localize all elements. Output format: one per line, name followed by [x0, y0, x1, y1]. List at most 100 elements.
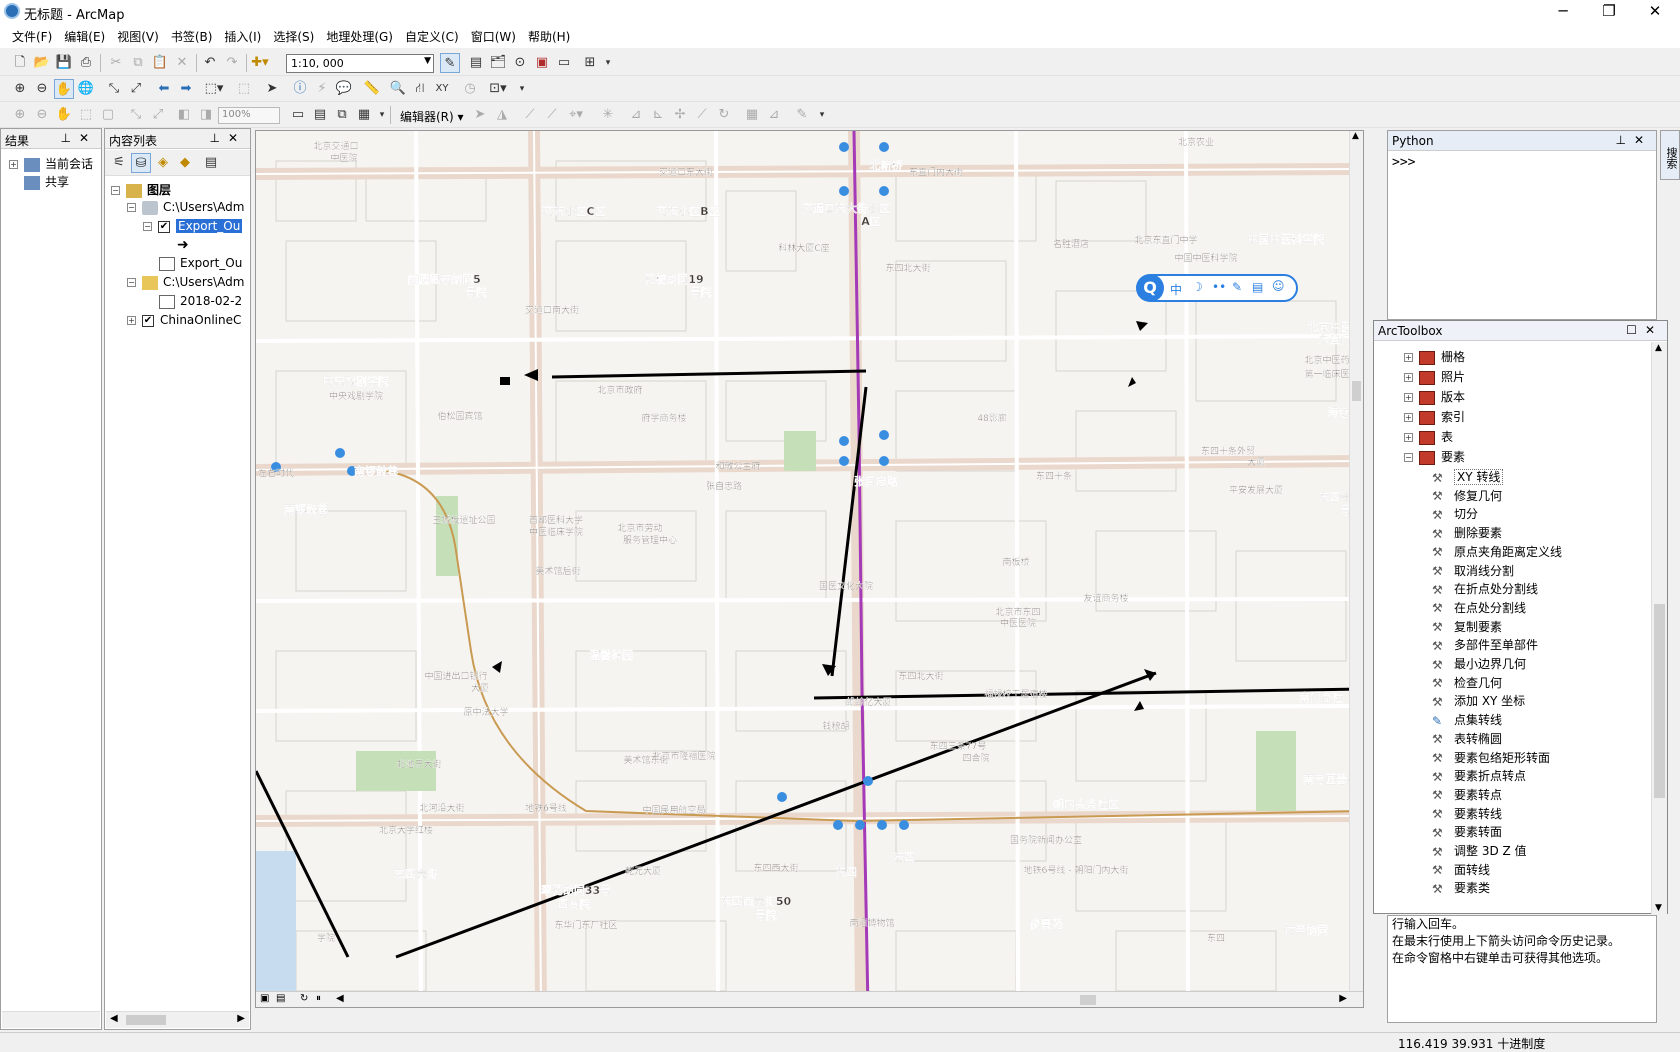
- delete-icon[interactable]: ✕: [172, 53, 192, 73]
- close-icon[interactable]: ✕: [1645, 323, 1663, 337]
- toolbox-category-features[interactable]: − 要素: [1404, 448, 1465, 465]
- ime-chinese-button[interactable]: 中: [1170, 281, 1182, 298]
- toc-basemap[interactable]: + ✔ ChinaOnlineC: [127, 313, 241, 327]
- toolbox-tool-item[interactable]: ⚒ XY 转线: [1432, 468, 1504, 485]
- smiley-icon[interactable]: ☺: [1272, 279, 1285, 293]
- measure-icon[interactable]: 📏: [362, 79, 382, 99]
- toolbox-tool-item[interactable]: ⚒ 添加 XY 坐标: [1432, 692, 1525, 709]
- map-hscrollbar[interactable]: ▣ ▤ ↻ ⏸ ◀ ▶: [256, 991, 1363, 1007]
- maximize-icon[interactable]: ☐: [1626, 323, 1645, 337]
- reshape-feature-icon[interactable]: ⊾: [648, 105, 668, 125]
- split-tool-icon[interactable]: ⟋: [692, 105, 712, 125]
- sketch-properties-icon[interactable]: ⊿: [764, 105, 784, 125]
- toolbar-options-icon[interactable]: ▾: [372, 105, 392, 125]
- expand-icon[interactable]: +: [127, 316, 136, 325]
- catalog-window-icon[interactable]: 🗂: [488, 53, 508, 73]
- scroll-thumb[interactable]: [1654, 604, 1665, 798]
- wrench-icon[interactable]: ✎: [1232, 280, 1242, 294]
- toolbox-tool-item[interactable]: ⚒ 面转线: [1432, 861, 1490, 878]
- refresh-icon[interactable]: ↻: [300, 993, 308, 1004]
- toolbar-options-icon[interactable]: ▾: [812, 105, 832, 125]
- search-window-icon[interactable]: ⊙: [510, 53, 530, 73]
- point-icon[interactable]: ✳: [598, 105, 618, 125]
- expand-icon[interactable]: +: [1404, 373, 1413, 382]
- toolbox-tool-item[interactable]: ⚒ 调整 3D Z 值: [1432, 842, 1527, 859]
- dots-icon[interactable]: ••: [1212, 280, 1226, 294]
- toc-window-icon[interactable]: ▤: [466, 53, 486, 73]
- paste-icon[interactable]: 📋: [150, 53, 170, 73]
- clipboard-icon[interactable]: ▤: [1252, 280, 1263, 294]
- scroll-thumb[interactable]: [1352, 381, 1361, 401]
- select-elements-icon[interactable]: ➤: [262, 79, 282, 99]
- toolbox-category-tables[interactable]: + 表: [1404, 428, 1453, 445]
- map-vscrollbar[interactable]: ▲: [1349, 131, 1363, 993]
- pin-icon[interactable]: ⊥: [209, 131, 227, 145]
- minimize-button[interactable]: ─: [1540, 0, 1586, 24]
- pause-drawing-icon[interactable]: ⏸: [316, 993, 321, 1004]
- pan-icon[interactable]: ✋: [54, 79, 74, 99]
- scroll-thumb[interactable]: [126, 1015, 166, 1025]
- editor-toolbar-icon[interactable]: ✎: [440, 53, 460, 73]
- moon-icon[interactable]: ☽: [1192, 280, 1203, 294]
- menu-selection[interactable]: 选择(S): [267, 24, 320, 48]
- list-by-selection-icon[interactable]: ◆: [175, 153, 195, 173]
- previous-extent-layout-icon[interactable]: ◧: [174, 105, 194, 125]
- close-icon[interactable]: ✕: [1634, 133, 1652, 147]
- toc-source-1[interactable]: − C:\Users\Adm: [127, 200, 244, 215]
- redo-icon[interactable]: ↷: [222, 53, 242, 73]
- scroll-right-icon[interactable]: ▶: [1339, 993, 1347, 1004]
- close-icon[interactable]: ✕: [79, 131, 97, 145]
- toolbox-tool-item[interactable]: ⚒ 要素类: [1432, 879, 1490, 896]
- cut-icon[interactable]: ✂: [106, 53, 126, 73]
- collapse-icon[interactable]: −: [127, 203, 136, 212]
- pin-icon[interactable]: ⊥: [1615, 133, 1633, 147]
- zoom-percent-combobox[interactable]: 100%: [218, 107, 280, 124]
- map-display[interactable]: 北京交通口 中医院 北新桥 东直门内大街 交道口东大街 交东小区C区 交东小区B区 交通口东大…: [255, 130, 1364, 1008]
- list-by-visibility-icon[interactable]: ◈: [153, 153, 173, 173]
- create-features-icon[interactable]: ✎: [792, 105, 812, 125]
- results-shared[interactable]: 共享: [24, 173, 69, 190]
- editor-menu[interactable]: 编辑器(R) ▾: [400, 108, 464, 125]
- toolbox-tool-item[interactable]: ⚒ 多部件至单部件: [1432, 636, 1538, 653]
- zoom-100-icon[interactable]: ▢: [98, 105, 118, 125]
- select-features-icon[interactable]: ⬚▾: [204, 79, 224, 99]
- layout-zoom-out-icon[interactable]: ⊖: [32, 105, 52, 125]
- toolbox-tool-item[interactable]: ⚒ 复制要素: [1432, 618, 1502, 635]
- python-command-input[interactable]: >>>: [1392, 155, 1415, 170]
- find-route-icon[interactable]: ⛙: [410, 79, 430, 99]
- layout-view-icon[interactable]: ▤: [276, 993, 285, 1004]
- menu-geoprocessing[interactable]: 地理处理(G): [320, 24, 399, 48]
- toolbox-tool-item[interactable]: ⚒ 取消线分割: [1432, 562, 1514, 579]
- toolbox-tool-item[interactable]: ⚒ 要素转线: [1432, 805, 1502, 822]
- undo-icon[interactable]: ↶: [200, 53, 220, 73]
- expand-icon[interactable]: +: [1404, 393, 1413, 402]
- toolbox-category-indexes[interactable]: + 索引: [1404, 408, 1465, 425]
- collapse-icon[interactable]: −: [111, 186, 120, 195]
- edit-annotation-icon[interactable]: ◮: [492, 105, 512, 125]
- new-document-icon[interactable]: 🗋: [10, 53, 30, 73]
- toc-layers-root[interactable]: − 图层: [111, 181, 171, 198]
- results-hscrollbar[interactable]: [2, 1011, 100, 1028]
- arctoolbox-icon[interactable]: ▣: [532, 53, 552, 73]
- close-icon[interactable]: ✕: [228, 131, 246, 145]
- full-extent-icon[interactable]: 🌐: [76, 79, 96, 99]
- toc-table-export[interactable]: Export_Ou: [159, 256, 242, 271]
- toolbox-tool-item[interactable]: ⚒ 要素转面: [1432, 823, 1502, 840]
- scroll-right-icon[interactable]: ▶: [237, 1013, 245, 1024]
- map-scale-combobox[interactable]: 1:10, 000 ▼: [286, 54, 434, 73]
- restore-button[interactable]: ❐: [1586, 0, 1632, 24]
- menu-file[interactable]: 文件(F): [6, 24, 58, 48]
- fixed-zoom-out-layout-icon[interactable]: ⤢: [148, 105, 168, 125]
- create-viewer-icon[interactable]: ⊡▾: [488, 79, 508, 99]
- toolbox-tool-item[interactable]: ⚒ 要素转点: [1432, 786, 1502, 803]
- python-window-icon[interactable]: ▭: [554, 53, 574, 73]
- toolbox-category-photos[interactable]: + 照片: [1404, 368, 1465, 385]
- edit-vertices-icon[interactable]: ⊿: [626, 105, 646, 125]
- toolbox-tool-item[interactable]: ⚒ 在折点处分割线: [1432, 580, 1538, 597]
- clear-selection-icon[interactable]: ⬚: [234, 79, 254, 99]
- results-current-session[interactable]: + 当前会话: [9, 155, 93, 172]
- add-data-icon[interactable]: ✚▾: [250, 53, 270, 73]
- zoom-out-icon[interactable]: ⊖: [32, 79, 52, 99]
- close-button[interactable]: ✕: [1632, 0, 1678, 24]
- fixed-zoom-out-icon[interactable]: ⤢: [126, 79, 146, 99]
